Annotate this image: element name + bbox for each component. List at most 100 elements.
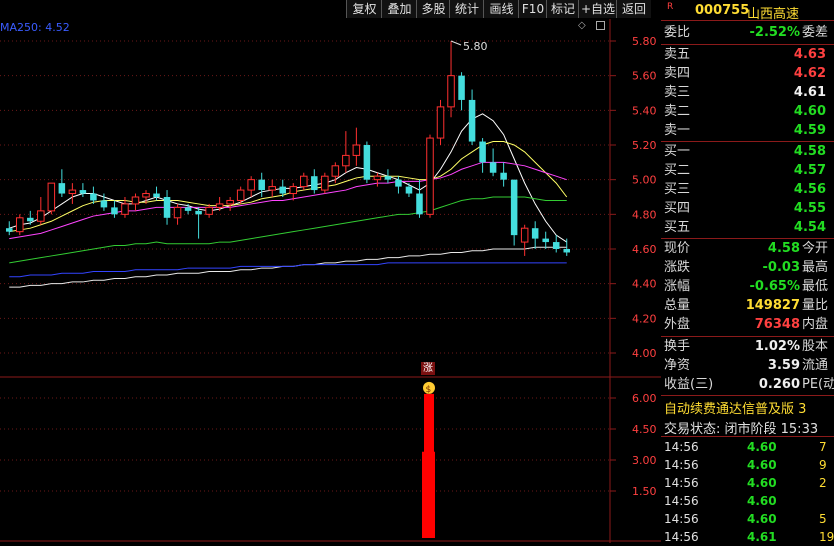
tick-volume: 7 [819, 440, 827, 454]
candle-body [37, 210, 45, 222]
tick-row: 14:56 4.60 [661, 492, 834, 510]
row-sub: 量比 [802, 298, 829, 313]
row-sub: 内盘 [802, 317, 829, 332]
row-value: 4.57 [793, 163, 826, 178]
quote-row: 买四 4.55 [661, 200, 834, 218]
toolbar-button-2[interactable]: 多股 [416, 0, 450, 18]
candle-body [489, 162, 497, 173]
toolbar-button-7[interactable]: +自选 [578, 0, 617, 18]
divider [661, 141, 834, 142]
row-label: 卖三 [664, 85, 691, 100]
candle-body [416, 193, 423, 215]
quote-panel: R 000755 山西高速 委比 -2.52% 委差 卖五 4.63 卖四 4.62 卖三 4.… [661, 0, 834, 546]
toolbar-button-3[interactable]: 统计 [449, 0, 484, 18]
row-label: 卖四 [664, 66, 691, 81]
ma-line [9, 246, 567, 288]
candle-body [447, 75, 455, 108]
price-tick-label: 4.40 [632, 278, 657, 291]
row-value: 3.59 [767, 358, 800, 373]
row-label: 总量 [664, 298, 691, 313]
toolbar-button-4[interactable]: 画线 [483, 0, 519, 18]
candle-body [247, 179, 255, 191]
row-value: -0.65% [749, 279, 801, 294]
tick-price: 4.60 [747, 476, 777, 490]
row-label: 涨跌 [664, 260, 691, 275]
row-sub: 今开 [802, 241, 829, 256]
tick-volume: 9 [819, 458, 827, 472]
row-value: 4.58 [793, 144, 826, 159]
row-sub: 流通 [802, 358, 829, 373]
quote-row: 买一 4.58 [661, 143, 834, 161]
trade-status: 交易状态: 闭市阶段 15:33 [664, 422, 819, 437]
candle-body [100, 200, 108, 208]
row-label: 卖二 [664, 104, 691, 119]
toolbar-button-0[interactable]: 复权 [346, 0, 382, 18]
candle-body [111, 207, 118, 215]
candle-body [552, 242, 560, 249]
candle-body [531, 228, 539, 239]
r-badge: R [667, 2, 674, 12]
price-tick-label: 4.00 [632, 347, 657, 360]
row-value: 4.61 [793, 85, 826, 100]
tick-price: 4.61 [747, 530, 777, 544]
indicator-bar-wide [422, 451, 435, 538]
divider [661, 238, 834, 239]
toolbar-button-5[interactable]: F10 [518, 0, 547, 18]
tick-price: 4.60 [747, 458, 777, 472]
tick-price: 4.60 [747, 512, 777, 526]
quote-row: 涨跌 -0.03 最高 [661, 259, 834, 277]
ma-line [9, 196, 567, 264]
zhang-badge[interactable]: 涨 [421, 362, 435, 375]
marquee-text: 自动续费通达信普及版 3 [664, 402, 807, 417]
money-badge-text: $ [426, 385, 432, 395]
candle-body [510, 179, 518, 236]
ma250-label: MA250: 4.52 [0, 21, 70, 34]
kline-chart[interactable]: 5.80 5.60 5.40 5.20 5.00 4.80 4.60 4.40 4.20 4.00… [0, 19, 661, 543]
quote-row: 卖四 4.62 [661, 65, 834, 83]
quote-row: 买五 4.54 [661, 219, 834, 237]
candle-body [121, 203, 129, 215]
candle-body [153, 193, 160, 197]
tick-volume: 19 [819, 530, 834, 544]
row-label: 委比 [664, 25, 691, 40]
high-marker-label: 5.80 [463, 40, 488, 53]
candle-body [384, 176, 392, 180]
row-label: 净资 [664, 358, 691, 373]
row-label: 换手 [664, 339, 691, 354]
tick-row: 14:56 4.61 19 [661, 528, 834, 546]
row-value: 4.63 [793, 47, 826, 62]
row-sub: 最低 [802, 279, 829, 294]
toolbar-button-8[interactable]: 返回 [616, 0, 651, 18]
candle-body [289, 186, 298, 195]
quote-row: 净资 3.59 流通 [661, 357, 834, 375]
quote-row: 换手 1.02% 股本 [661, 338, 834, 356]
quote-row: 买二 4.57 [661, 162, 834, 180]
toolbar-button-6[interactable]: 标记 [546, 0, 579, 18]
row-value: 4.54 [793, 220, 826, 235]
window-toggle-icon[interactable] [596, 21, 605, 30]
candle-body [173, 206, 182, 219]
row-sub: 委差 [802, 25, 829, 40]
diamond-icon[interactable]: ◇ [578, 20, 586, 31]
row-value: -0.03 [762, 260, 800, 275]
price-tick-label: 5.20 [632, 139, 657, 152]
candle-body [520, 227, 529, 243]
price-tick-label: 5.00 [632, 174, 657, 187]
row-label: 买一 [664, 144, 691, 159]
tick-volume: 5 [819, 512, 827, 526]
row-value: -2.52% [749, 25, 801, 40]
tick-row: 14:56 4.60 2 [661, 474, 834, 492]
candle-body [331, 165, 340, 177]
quote-row: 总量 149827 量比 [661, 297, 834, 315]
candle-body [163, 197, 171, 218]
quote-row: 买三 4.56 [661, 181, 834, 199]
row-label: 买三 [664, 182, 691, 197]
ma-line [9, 262, 567, 278]
divider [661, 44, 834, 45]
toolbar-button-1[interactable]: 叠加 [381, 0, 417, 18]
candle-body [352, 144, 361, 156]
divider [661, 395, 834, 396]
price-tick-label: 4.20 [632, 312, 657, 325]
volume-tick-label: 3.00 [632, 454, 657, 467]
row-value: 0.260 [758, 377, 800, 392]
